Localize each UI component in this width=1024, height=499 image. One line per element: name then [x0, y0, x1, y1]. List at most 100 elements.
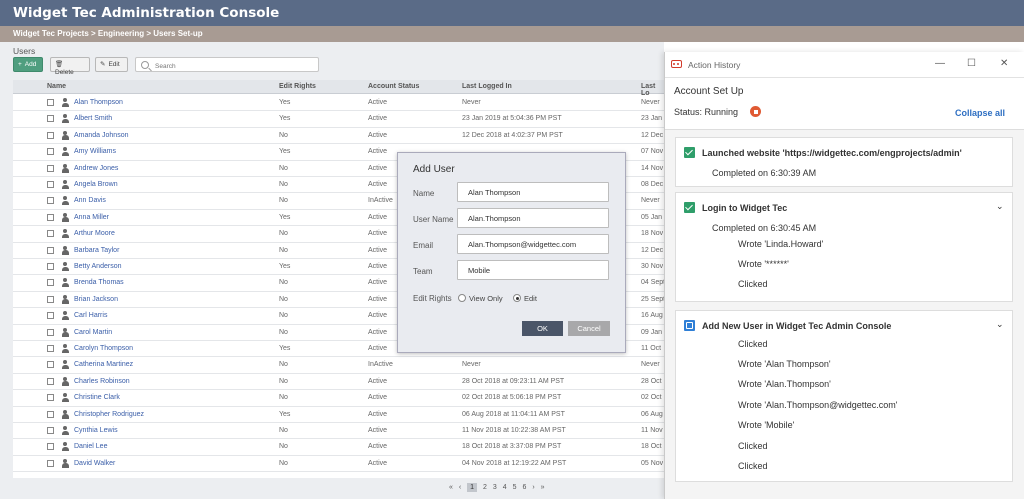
user-name-link[interactable]: Carol Martin [74, 329, 112, 336]
delete-button[interactable]: 🗑Delete [50, 57, 90, 76]
page-5[interactable]: 5 [513, 484, 517, 491]
chevron-down-icon[interactable]: ⌄ [996, 319, 1004, 330]
col-last-logged-in[interactable]: Last Logged In [462, 83, 512, 90]
table-row[interactable]: Christopher Rodriguez Yes Active 06 Aug 201… [13, 406, 664, 423]
last-page-button[interactable]: » [541, 484, 545, 491]
close-icon[interactable]: ✕ [1000, 58, 1008, 69]
user-name-link[interactable]: Carl Harris [74, 312, 107, 319]
row-checkbox[interactable] [47, 345, 54, 352]
row-checkbox[interactable] [47, 148, 54, 156]
table-row[interactable]: David Walker No Active 04 Nov 2018 at 12:19… [13, 456, 664, 473]
row-checkbox[interactable] [47, 230, 54, 238]
col-name[interactable]: Name [47, 83, 66, 90]
user-name-link[interactable]: Barbara Taylor [74, 247, 119, 254]
table-row[interactable]: Daniel Lee No Active 18 Oct 2018 at 3:37:08… [13, 439, 664, 456]
email-field[interactable]: Alan.Thompson@widgettec.com [457, 234, 609, 254]
maximize-icon[interactable]: ☐ [967, 58, 976, 69]
edit-button[interactable]: ✎ Edit [95, 57, 128, 72]
page-6[interactable]: 6 [522, 484, 526, 491]
username-field[interactable]: Alan.Thompson [457, 208, 609, 228]
row-checkbox[interactable] [47, 246, 54, 254]
table-row[interactable]: Catherina Martinez No InActive Never Never [13, 357, 664, 374]
row-checkbox[interactable] [47, 115, 54, 123]
table-row[interactable]: Amanda Johnson No Active 12 Dec 2018 at 4:0… [13, 128, 664, 145]
row-checkbox[interactable] [47, 263, 54, 270]
user-name-link[interactable]: Brian Jackson [74, 296, 118, 303]
add-button[interactable]: + Add [13, 57, 43, 72]
row-checkbox[interactable] [47, 427, 54, 434]
name-field[interactable]: Alan Thompson [457, 182, 609, 202]
first-page-button[interactable]: « [449, 484, 453, 491]
user-name-link[interactable]: Catherina Martinez [74, 361, 133, 368]
table-row[interactable]: Christine Clark No Active 02 Oct 2018 at 5:… [13, 390, 664, 407]
table-row[interactable]: Charles Robinson No Active 28 Oct 2018 at 0… [13, 373, 664, 391]
user-name-link[interactable]: Daniel Lee [74, 443, 107, 450]
collapse-all-link[interactable]: Collapse all [955, 108, 1005, 118]
edit-radio[interactable]: Edit [513, 293, 537, 303]
history-card[interactable]: Login to Widget Tec ⌄ Completed on 6:30:… [675, 192, 1013, 302]
search-field[interactable] [135, 57, 319, 72]
row-checkbox[interactable] [47, 131, 54, 139]
team-field[interactable]: Mobile [457, 260, 609, 280]
history-card[interactable]: Add New User in Widget Tec Admin Console… [675, 310, 1013, 482]
cancel-button[interactable]: Cancel [568, 321, 610, 336]
user-name-link[interactable]: Andrew Jones [74, 165, 118, 172]
user-name-link[interactable]: Christine Clark [74, 394, 120, 401]
page-4[interactable]: 4 [503, 484, 507, 491]
row-checkbox[interactable] [47, 279, 54, 287]
row-checkbox[interactable] [47, 328, 54, 336]
user-name-link[interactable]: Charles Robinson [74, 378, 130, 385]
edit-rights-cell: No [279, 197, 288, 205]
table-row[interactable]: Cynthia Lewis No Active 11 Nov 2018 at 10:2… [13, 423, 664, 440]
stop-icon[interactable] [750, 106, 761, 117]
account-status-cell: Active [368, 410, 388, 418]
action-history-panel: Action History — ☐ ✕ Account Set Up Stat… [664, 52, 1024, 499]
user-name-link[interactable]: Albert Smith [74, 115, 112, 122]
view-only-radio[interactable]: View Only [458, 293, 503, 303]
user-name-link[interactable]: Brenda Thomas [74, 279, 124, 286]
card-title: Launched website 'https://widgettec.com/… [702, 148, 962, 158]
row-checkbox[interactable] [47, 295, 54, 303]
user-name-link[interactable]: Amy Williams [74, 148, 116, 155]
user-name-link[interactable]: Alan Thompson [74, 99, 123, 106]
row-checkbox[interactable] [47, 213, 54, 221]
table-row[interactable]: Alan Thompson Yes Active Never Never [13, 95, 664, 112]
search-input[interactable] [155, 63, 305, 70]
user-name-link[interactable]: Amanda Johnson [74, 132, 128, 139]
user-name-link[interactable]: Christopher Rodriguez [74, 411, 144, 418]
user-name-link[interactable]: Ann Davis [74, 197, 106, 204]
history-card[interactable]: Launched website 'https://widgettec.com/… [675, 137, 1013, 187]
row-checkbox[interactable] [47, 361, 54, 369]
user-name-link[interactable]: Carolyn Thompson [74, 345, 133, 352]
row-checkbox[interactable] [47, 99, 54, 106]
row-checkbox[interactable] [47, 394, 54, 402]
radio-unselected-icon [458, 294, 466, 302]
row-checkbox[interactable] [47, 443, 54, 451]
prev-page-button[interactable]: ‹ [459, 484, 461, 491]
user-name-link[interactable]: Cynthia Lewis [74, 427, 118, 434]
page-2[interactable]: 2 [483, 484, 487, 491]
row-checkbox[interactable] [47, 459, 54, 467]
user-name-link[interactable]: Angela Brown [74, 181, 118, 188]
user-name-link[interactable]: Arthur Moore [74, 230, 115, 237]
user-name-link[interactable]: Betty Anderson [74, 263, 121, 270]
user-icon [61, 196, 69, 206]
user-name-link[interactable]: Anna Miller [74, 214, 109, 221]
page-1[interactable]: 1 [467, 483, 478, 492]
col-account-status[interactable]: Account Status [368, 83, 419, 90]
breadcrumb[interactable]: Widget Tec Projects > Engineering > User… [0, 26, 1024, 42]
row-checkbox[interactable] [47, 410, 54, 418]
col-edit-rights[interactable]: Edit Rights [279, 83, 316, 90]
row-checkbox[interactable] [47, 197, 54, 205]
page-3[interactable]: 3 [493, 484, 497, 491]
user-name-link[interactable]: David Walker [74, 460, 115, 467]
row-checkbox[interactable] [47, 312, 54, 320]
next-page-button[interactable]: › [532, 484, 534, 491]
chevron-down-icon[interactable]: ⌄ [996, 201, 1004, 212]
row-checkbox[interactable] [47, 181, 54, 188]
row-checkbox[interactable] [47, 164, 54, 172]
ok-button[interactable]: OK [522, 321, 563, 336]
minimize-icon[interactable]: — [935, 58, 945, 69]
table-row[interactable]: Albert Smith Yes Active 23 Jan 2019 at 5:04… [13, 111, 664, 128]
row-checkbox[interactable] [47, 377, 54, 385]
